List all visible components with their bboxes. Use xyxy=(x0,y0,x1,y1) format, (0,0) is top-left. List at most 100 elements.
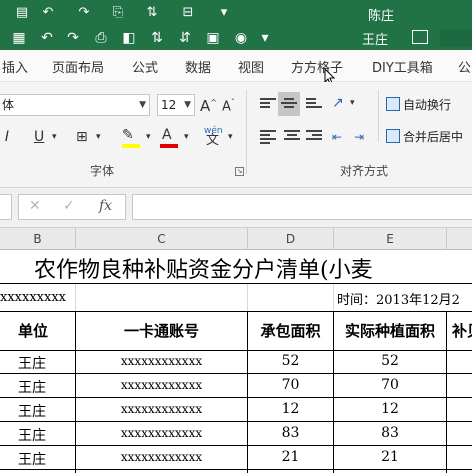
chevron-down-icon[interactable]: ▼ xyxy=(184,95,191,115)
tab-data[interactable]: 数据 xyxy=(185,57,211,76)
format-icon[interactable]: ⎘ xyxy=(110,5,126,21)
table-cell-account[interactable]: xxxxxxxxxxxx xyxy=(76,378,247,392)
table-cell-account[interactable]: xxxxxxxxxxxx xyxy=(76,354,247,368)
tab-formulas[interactable]: 公式 xyxy=(132,57,158,76)
chevron-down-icon[interactable]: ▾ xyxy=(52,128,57,146)
subheader-time-cell[interactable]: 时间：2013年12月2 xyxy=(337,289,460,308)
header-contract-area[interactable]: 承包面积 xyxy=(248,320,333,341)
chevron-down-icon[interactable]: ▾ xyxy=(350,94,355,112)
save-icon[interactable]: ▦ xyxy=(10,29,28,47)
table-cell-actual-area[interactable]: 52 xyxy=(334,353,446,369)
column-header-d[interactable]: D xyxy=(248,232,333,246)
table-cell-contract-area[interactable]: 21 xyxy=(248,449,333,465)
table-cell-unit[interactable]: 王庄 xyxy=(18,401,46,421)
redo-icon[interactable]: ↷ xyxy=(76,5,92,21)
sheet-title-row: 农作物良种补贴资金分户清单(小麦 xyxy=(0,250,472,284)
window-controls[interactable] xyxy=(440,29,472,47)
chevron-down-icon[interactable]: ▾ xyxy=(228,128,233,146)
italic-icon[interactable]: I xyxy=(2,128,12,146)
ribbon: 体 ▼ 12 ▼ A^ Aˇ I U ▾ ⊞ ▾ ✎ ▾ A ▾ wén 文 ▾… xyxy=(0,82,472,188)
font-color-icon[interactable]: A xyxy=(162,126,172,144)
table-cell-unit[interactable]: 王庄 xyxy=(18,377,46,397)
column-header-b[interactable]: B xyxy=(0,232,75,246)
align-top-icon[interactable] xyxy=(260,98,276,112)
column-header-e[interactable]: E xyxy=(334,232,446,246)
tab-page-layout[interactable]: 页面布局 xyxy=(52,57,104,76)
fill-color-icon[interactable]: ✎ xyxy=(122,126,134,144)
tab-diy-toolbox[interactable]: DIY工具箱 xyxy=(372,57,433,76)
table-cell-actual-area[interactable]: 70 xyxy=(334,377,446,393)
align-left-icon[interactable] xyxy=(260,130,276,144)
camera-icon[interactable]: ◉ xyxy=(232,29,250,47)
filter-icon[interactable]: ⊟ xyxy=(180,5,196,21)
tab-more[interactable]: 公 xyxy=(458,57,471,76)
table-cell-actual-area[interactable]: 21 xyxy=(334,449,446,465)
font-size-box[interactable]: 12 ▼ xyxy=(157,94,195,116)
table-cell-account[interactable]: xxxxxxxxxxxx xyxy=(76,450,247,464)
sheet-title[interactable]: 农作物良种补贴资金分户清单(小麦 xyxy=(34,252,373,284)
header-actual-area[interactable]: 实际种植面积 xyxy=(334,320,446,341)
borders-icon[interactable]: ⊞ xyxy=(76,128,88,146)
align-center-icon[interactable] xyxy=(284,130,300,144)
wrap-text-button[interactable]: 自动换行 xyxy=(386,96,451,113)
tab-insert[interactable]: 插入 xyxy=(2,57,28,76)
redo-icon[interactable]: ↷ xyxy=(64,29,82,47)
table-cell-contract-area[interactable]: 70 xyxy=(248,377,333,393)
paste-icon[interactable]: ▣ xyxy=(204,29,222,47)
merge-center-button[interactable]: 合并后居中 xyxy=(386,128,463,145)
align-bottom-icon[interactable] xyxy=(306,98,322,112)
table-cell-actual-area[interactable]: 83 xyxy=(334,425,446,441)
subheader-left-cell[interactable]: xxxxxxxxx xyxy=(0,290,66,305)
table-cell-account[interactable]: xxxxxxxxxxxx xyxy=(76,426,247,440)
sort-desc-icon[interactable]: ⇵ xyxy=(176,29,194,47)
phonetic-guide-icon[interactable]: 文 xyxy=(206,132,219,150)
print-icon[interactable]: ⎙ xyxy=(92,29,110,47)
chevron-down-icon[interactable]: ▾ xyxy=(184,128,189,146)
insert-function-icon[interactable]: fx xyxy=(99,198,112,214)
font-dialog-launcher-icon[interactable]: ↘ xyxy=(235,167,244,176)
preview-icon[interactable]: ◧ xyxy=(120,29,138,47)
underline-icon[interactable]: U xyxy=(34,128,44,146)
table-cell-contract-area[interactable]: 83 xyxy=(248,425,333,441)
table-cell-unit[interactable]: 王庄 xyxy=(18,449,46,469)
table-cell-contract-area[interactable]: 12 xyxy=(248,401,333,417)
worksheet[interactable]: 农作物良种补贴资金分户清单(小麦 xxxxxxxxx 时间：2013年12月2 … xyxy=(0,250,472,473)
table-cell-unit[interactable]: 王庄 xyxy=(18,353,46,373)
sort-asc-icon[interactable]: ⇅ xyxy=(148,29,166,47)
increase-indent-icon[interactable]: ⇥ xyxy=(354,128,364,146)
undo-icon[interactable]: ↶ xyxy=(38,29,56,47)
align-right-icon[interactable] xyxy=(306,130,322,144)
increase-font-icon[interactable]: A^ xyxy=(200,94,217,115)
gridline xyxy=(247,284,248,311)
header-account[interactable]: 一卡通账号 xyxy=(76,320,247,341)
font-name-box[interactable]: 体 ▼ xyxy=(0,94,150,116)
chevron-down-icon[interactable]: ▾ xyxy=(96,128,101,146)
decrease-font-icon[interactable]: Aˇ xyxy=(222,94,235,116)
tab-view[interactable]: 视图 xyxy=(238,57,264,76)
orientation-icon[interactable]: ↗ xyxy=(332,94,344,112)
align-middle-icon[interactable] xyxy=(281,98,297,112)
decrease-indent-icon[interactable]: ⇤ xyxy=(332,128,342,146)
more-icon[interactable]: ▾ xyxy=(256,29,274,47)
table-cell-unit[interactable]: 王庄 xyxy=(18,425,46,445)
customize-icon[interactable]: ▾ xyxy=(216,5,232,21)
table-cell-account[interactable]: xxxxxxxxxxxx xyxy=(76,402,247,416)
header-unit[interactable]: 单位 xyxy=(18,320,48,341)
name-box[interactable] xyxy=(0,194,12,220)
header-subsidy[interactable]: 补贝 xyxy=(452,320,472,341)
gridline xyxy=(75,284,76,311)
ribbon-tabs: 插入 页面布局 公式 数据 视图 方方格子 DIY工具箱 公 xyxy=(0,50,472,85)
ribbon-display-icon[interactable] xyxy=(412,30,428,44)
chevron-down-icon[interactable]: ▼ xyxy=(139,95,146,115)
cancel-icon[interactable]: ✕ xyxy=(29,198,41,214)
table-cell-actual-area[interactable]: 12 xyxy=(334,401,446,417)
column-header-c[interactable]: C xyxy=(76,232,247,246)
enter-icon[interactable]: ✓ xyxy=(63,198,75,214)
save-icon[interactable]: ▤ xyxy=(14,5,30,21)
column-headers: B C D E xyxy=(0,228,472,250)
formula-input[interactable] xyxy=(132,194,472,220)
undo-icon[interactable]: ↶ xyxy=(40,5,56,21)
table-cell-contract-area[interactable]: 52 xyxy=(248,353,333,369)
chevron-down-icon[interactable]: ▾ xyxy=(146,128,151,146)
sort-icon[interactable]: ⇅ xyxy=(144,5,160,21)
